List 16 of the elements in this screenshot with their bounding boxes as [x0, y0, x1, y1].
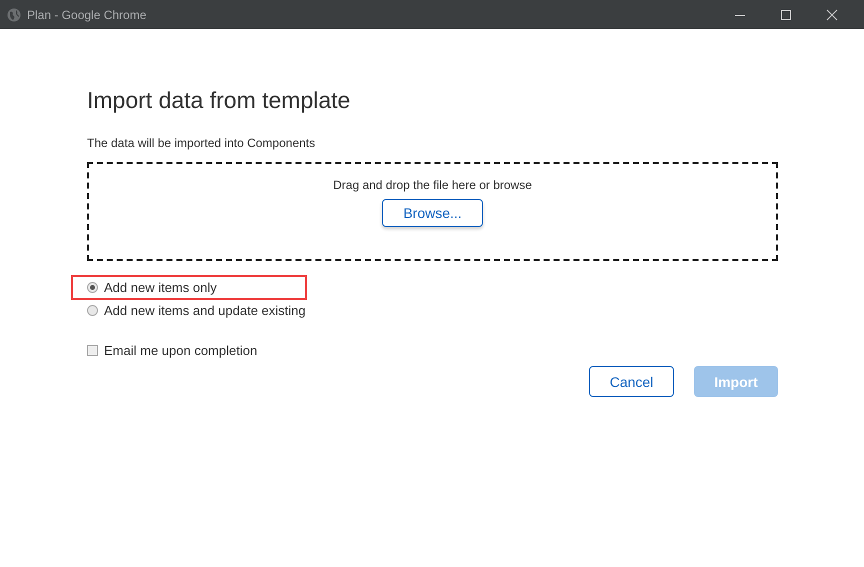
checkbox[interactable] [87, 345, 98, 356]
cancel-button[interactable]: Cancel [589, 366, 674, 397]
radio-button[interactable] [87, 282, 98, 293]
option-label: Add new items and update existing [104, 303, 306, 318]
maximize-icon[interactable] [780, 8, 792, 20]
globe-icon [7, 8, 21, 22]
close-icon[interactable] [826, 8, 838, 20]
option-label: Add new items only [104, 280, 217, 295]
dialog-subtitle: The data will be imported into Components [87, 136, 316, 150]
dialog-title: Import data from template [87, 87, 352, 114]
drop-zone[interactable]: Drag and drop the file here or browse Browse... [87, 162, 778, 261]
drop-hint: Drag and drop the file here or browse [333, 178, 532, 192]
window-title: Plan - Google Chrome [27, 8, 146, 22]
radio-button[interactable] [87, 305, 98, 316]
checkbox-label: Email me upon completion [104, 343, 258, 358]
browse-button[interactable]: Browse... [382, 199, 483, 227]
